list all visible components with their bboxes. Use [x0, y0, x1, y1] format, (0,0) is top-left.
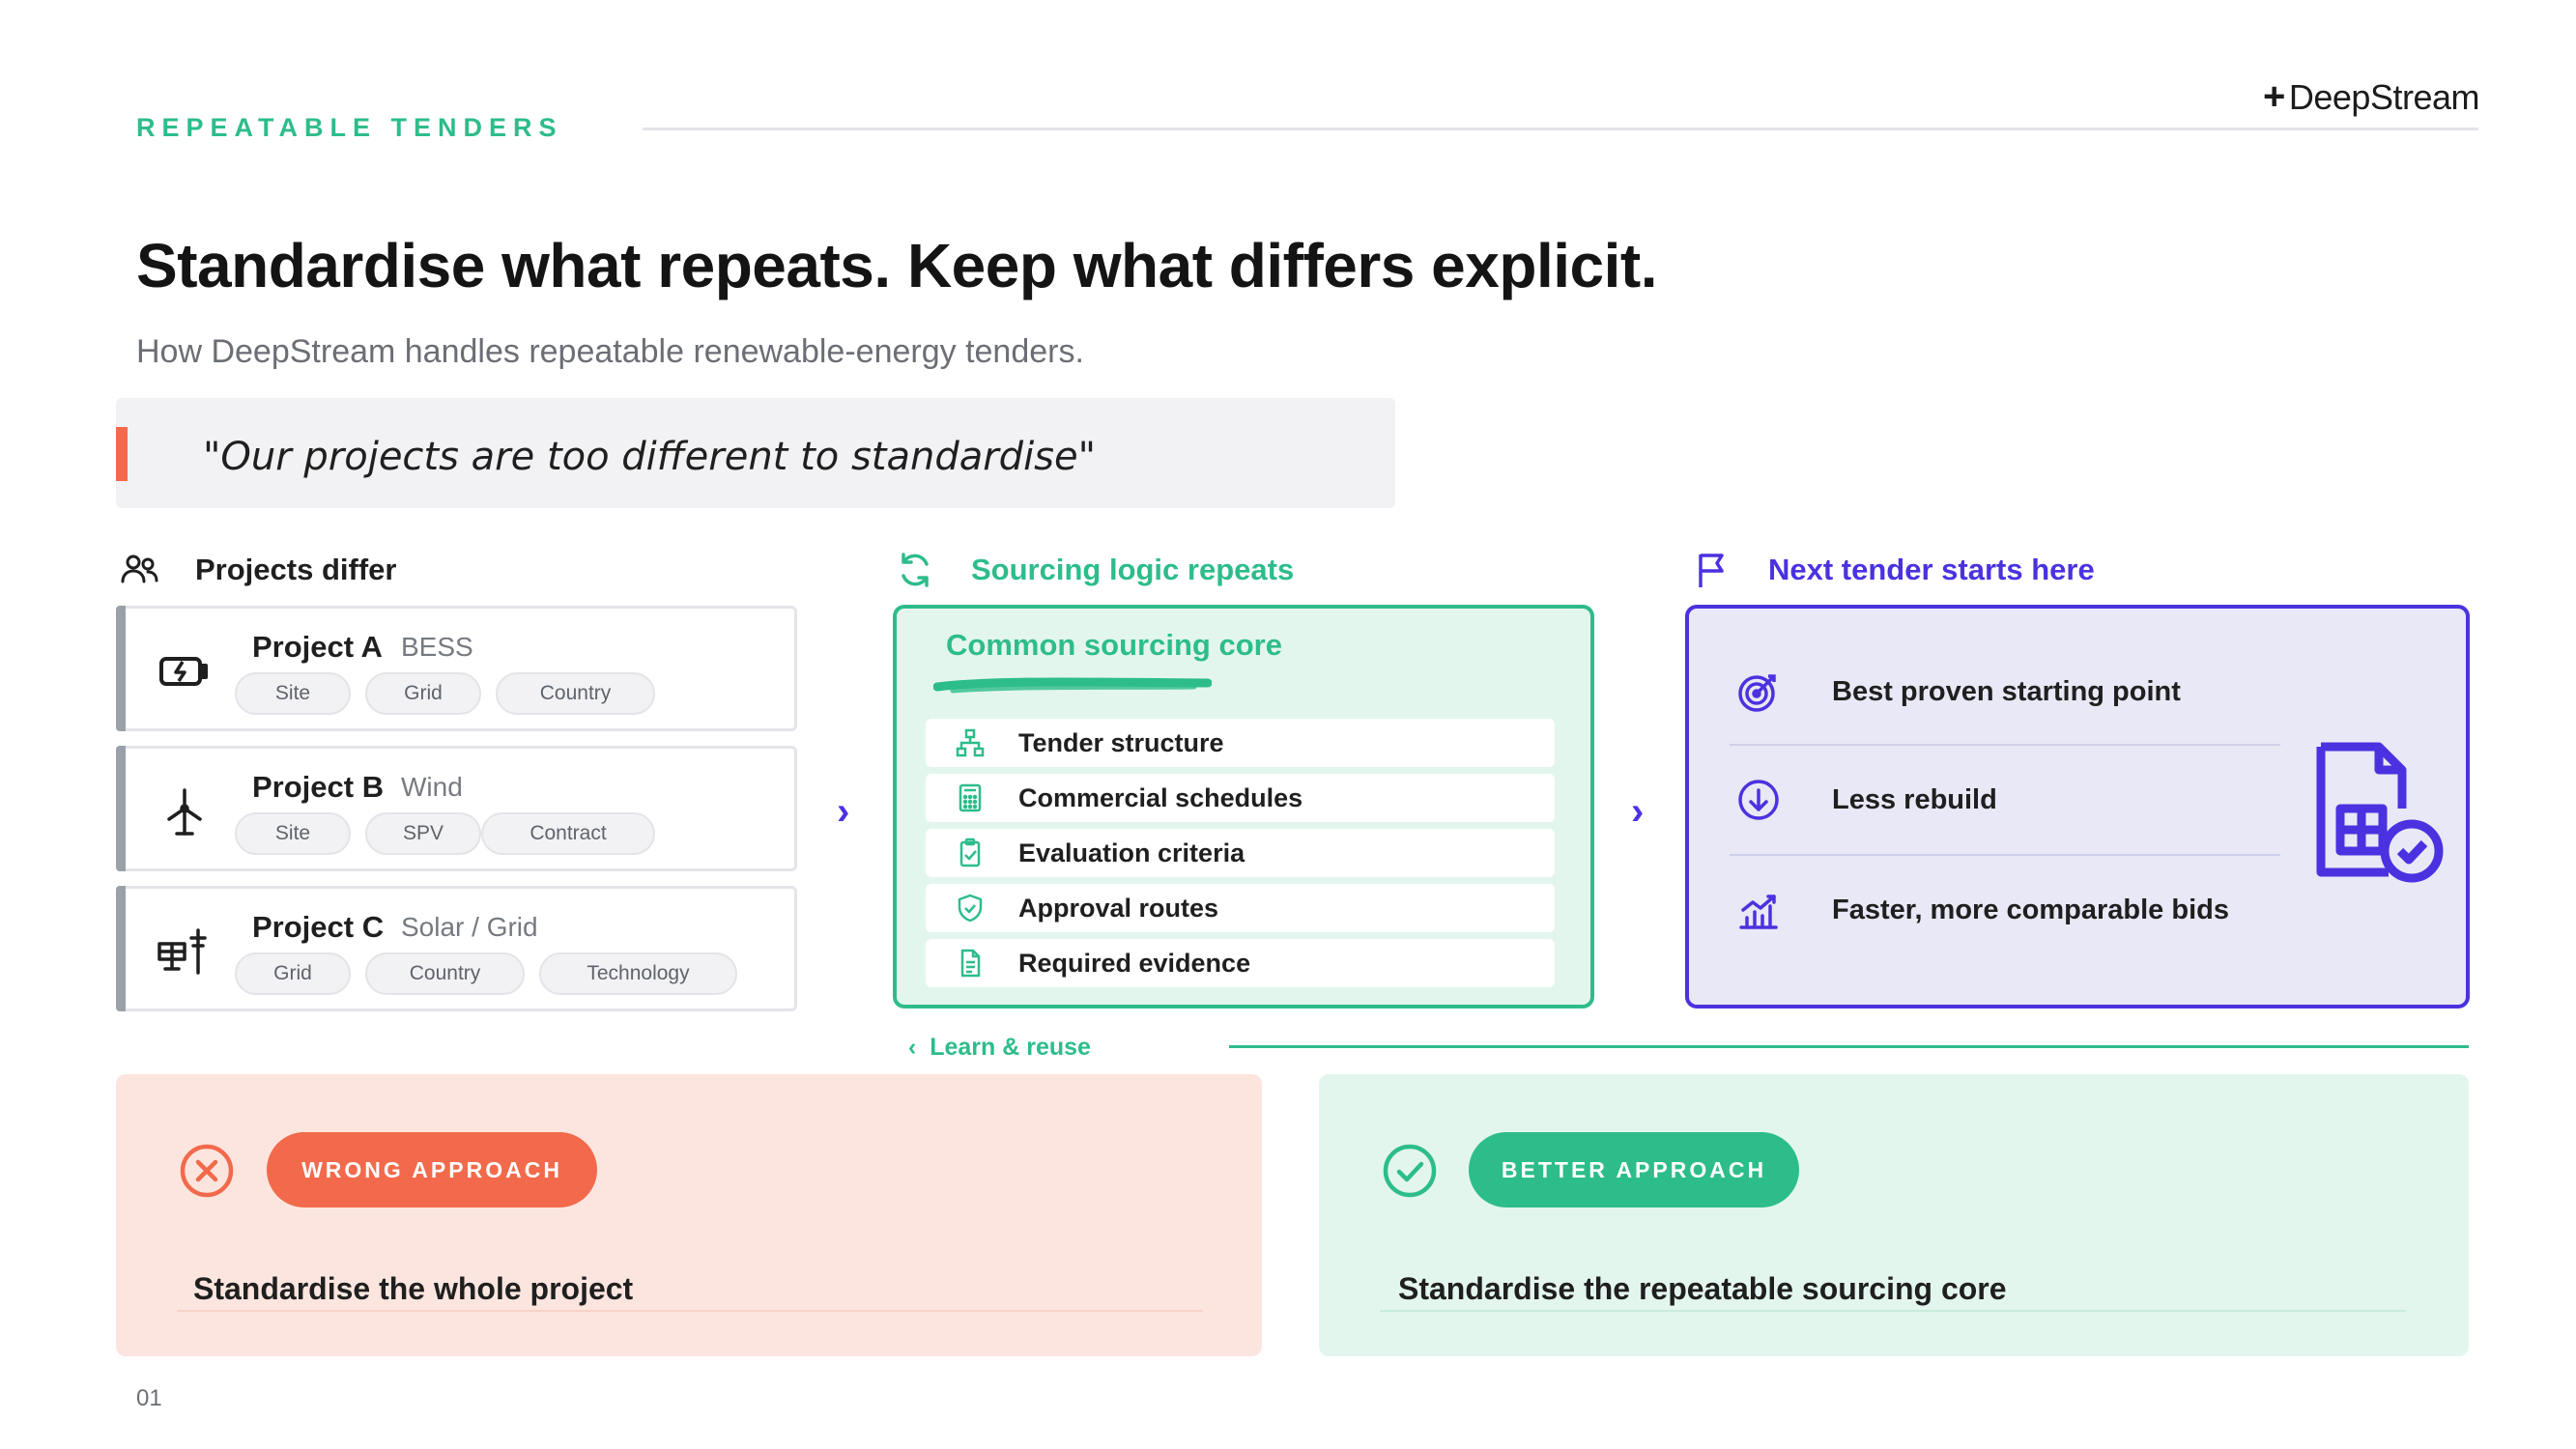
page-title: Standardise what repeats. Keep what diff… — [136, 231, 1657, 300]
section-projects-differ: Projects differ — [118, 549, 396, 591]
chevron-left-icon: ‹ — [908, 1034, 930, 1061]
logo-text: DeepStream — [2288, 76, 2480, 117]
page-number: 01 — [136, 1385, 162, 1411]
project-card-c: Project C Solar / Grid Grid Country Tech… — [116, 886, 797, 1011]
arrow-down-circle-icon — [1738, 780, 1779, 820]
project-chip: Country — [496, 672, 655, 715]
divider — [177, 1310, 1203, 1312]
wrong-approach-panel — [116, 1074, 1262, 1356]
page-subtitle: How DeepStream handles repeatable renewa… — [136, 333, 1084, 370]
target-icon — [1738, 674, 1776, 712]
core-item-label: Tender structure — [1018, 727, 1224, 757]
next-item-label: Best proven starting point — [1832, 675, 2181, 707]
core-item-label: Required evidence — [1018, 948, 1251, 978]
card-accent-bar — [116, 886, 126, 1011]
next-item-label: Faster, more comparable bids — [1832, 894, 2229, 925]
section-projects-differ-label: Projects differ — [195, 553, 397, 586]
chevron-right-icon: › — [837, 790, 850, 833]
better-approach-panel — [1319, 1074, 2469, 1356]
core-item: Evaluation criteria — [926, 829, 1555, 877]
next-item: Faster, more comparable bids — [1730, 856, 2280, 964]
project-type: Solar / Grid — [401, 912, 538, 942]
refresh-icon — [902, 553, 929, 587]
document-table-check-icon — [2316, 742, 2444, 883]
users-icon — [121, 554, 158, 583]
document-icon — [960, 949, 981, 978]
solar-grid-icon — [157, 928, 207, 975]
clipboard-check-icon — [959, 838, 981, 867]
header-divider — [643, 128, 2478, 130]
section-next-tender: Next tender starts here — [1691, 549, 2095, 591]
next-item: Best proven starting point — [1730, 638, 2280, 746]
core-item: Tender structure — [926, 719, 1555, 767]
chevron-right-icon: › — [1631, 790, 1645, 833]
shield-check-icon — [958, 894, 983, 923]
divider — [1380, 1310, 2406, 1312]
wind-turbine-icon — [167, 788, 202, 836]
core-item-label: Commercial schedules — [1018, 782, 1303, 812]
battery-icon — [159, 657, 208, 686]
better-approach-badge: BETTER APPROACH — [1469, 1132, 1799, 1208]
wrong-approach-badge: WRONG APPROACH — [267, 1132, 597, 1208]
project-type: BESS — [401, 632, 473, 662]
learn-reuse: ‹ Learn & reuse — [908, 1034, 1091, 1062]
project-card-b: Project B Wind Site SPV Contract — [116, 746, 797, 871]
project-chip: Grid — [365, 672, 481, 715]
project-chip: Contract — [481, 812, 655, 855]
quote-text: "Our projects are too different to stand… — [203, 435, 1097, 479]
next-item-label: Less rebuild — [1832, 783, 1997, 815]
hierarchy-icon — [956, 728, 985, 757]
wrong-approach-text: Standardise the whole project — [193, 1271, 634, 1306]
section-next-tender-label: Next tender starts here — [1768, 553, 2095, 586]
project-name: Project A — [252, 630, 383, 664]
core-item: Commercial schedules — [926, 774, 1555, 822]
logo-plus-icon: + — [2263, 75, 2285, 118]
project-chip: SPV — [365, 812, 481, 855]
project-name: Project C — [252, 910, 385, 944]
core-item-label: Evaluation criteria — [1018, 838, 1245, 867]
flag-icon — [1699, 554, 1724, 587]
card-accent-bar — [116, 746, 126, 871]
project-type: Wind — [401, 772, 463, 802]
learn-reuse-label: Learn & reuse — [930, 1034, 1091, 1061]
brush-underline — [933, 677, 1212, 694]
core-item-label: Approval routes — [1018, 893, 1219, 923]
section-sourcing-logic: Sourcing logic repeats — [894, 549, 1294, 591]
calculator-icon — [959, 783, 982, 812]
project-chip: Site — [235, 812, 351, 855]
x-circle-icon — [180, 1144, 234, 1198]
section-sourcing-logic-label: Sourcing logic repeats — [971, 553, 1295, 586]
project-chip: Technology — [539, 952, 737, 995]
project-chip: Country — [365, 952, 525, 995]
next-item: Less rebuild — [1730, 746, 2280, 854]
better-approach-text: Standardise the repeatable sourcing core — [1398, 1271, 2007, 1306]
card-accent-bar — [116, 606, 126, 731]
project-card-a: Project A BESS Site Grid Country — [116, 606, 797, 731]
project-chip: Site — [235, 672, 351, 715]
logo: + DeepStream — [2263, 75, 2479, 119]
project-chip: Grid — [235, 952, 351, 995]
core-title: Common sourcing core — [946, 628, 1282, 662]
chart-up-icon — [1739, 895, 1778, 929]
learn-reuse-line — [1229, 1045, 2469, 1048]
core-item: Required evidence — [926, 939, 1555, 987]
check-circle-icon — [1383, 1144, 1437, 1198]
core-item: Approval routes — [926, 884, 1555, 932]
project-name: Project B — [252, 770, 385, 804]
quote-accent-bar — [116, 427, 128, 481]
eyebrow: REPEATABLE TENDERS — [136, 113, 563, 142]
